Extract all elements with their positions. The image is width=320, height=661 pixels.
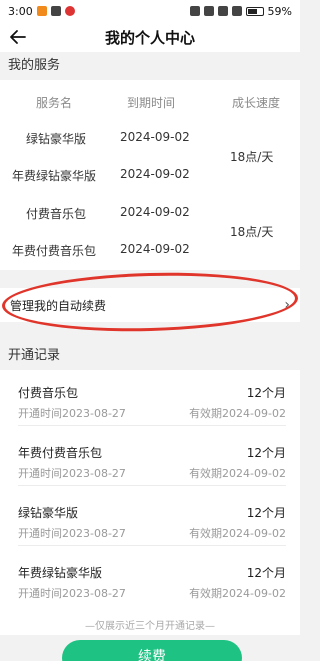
wifi-icon: [217, 6, 228, 16]
record-months: 12个月: [246, 386, 286, 400]
record-item: 年费绿钻豪华版 12个月 开通时间2023-08-27 有效期2024-09-0…: [0, 550, 300, 606]
manage-auto-renew-label: 管理我的自动续费: [10, 298, 107, 313]
battery-level: 59%: [267, 4, 292, 18]
nfc-icon: [203, 6, 214, 16]
notification-icon: [36, 6, 47, 16]
status-right: 59%: [189, 4, 292, 18]
record-months: 12个月: [246, 566, 286, 580]
record-name: 年费付费音乐包: [18, 446, 103, 460]
service-expire: 2024-09-02: [120, 167, 190, 181]
services-section-title: 我的服务: [8, 58, 61, 73]
chevron-right-icon: ›: [284, 297, 290, 313]
message-icon: [64, 6, 75, 16]
renew-button-label: 续费: [138, 649, 166, 661]
record-open-time: 开通时间2023-08-27: [18, 587, 126, 600]
eye-icon: [189, 6, 200, 16]
manage-auto-renew-row[interactable]: 管理我的自动续费 ›: [0, 288, 300, 322]
service-speed: 18点/天: [230, 150, 274, 164]
divider: [18, 545, 286, 546]
record-open-time: 开通时间2023-08-27: [18, 527, 126, 540]
column-header-expire: 到期时间: [127, 96, 176, 110]
service-speed: 18点/天: [230, 225, 274, 239]
record-valid-until: 有效期2024-09-02: [189, 527, 286, 540]
battery-icon: [245, 6, 264, 16]
service-name: 年费付费音乐包: [12, 244, 97, 258]
record-item: 付费音乐包 12个月 开通时间2023-08-27 有效期2024-09-02: [0, 370, 300, 426]
service-name: 付费音乐包: [26, 207, 87, 221]
record-name: 年费绿钻豪华版: [18, 566, 103, 580]
records-section-title: 开通记录: [8, 348, 61, 363]
status-left: 3:00: [8, 5, 75, 18]
record-valid-until: 有效期2024-09-02: [189, 587, 286, 600]
column-header-speed: 成长速度: [232, 96, 281, 110]
records-note: —仅展示近三个月开通记录—: [85, 621, 215, 632]
record-name: 付费音乐包: [18, 386, 79, 400]
signal-icon: [231, 6, 242, 16]
record-months: 12个月: [246, 506, 286, 520]
record-open-time: 开通时间2023-08-27: [18, 407, 126, 420]
page-title: 我的个人中心: [104, 28, 195, 47]
status-time: 3:00: [8, 4, 33, 18]
services-table: 服务名 到期时间 成长速度 绿钻豪华版 2024-09-02 年费绿钻豪华版 2…: [0, 80, 300, 270]
service-name: 绿钻豪华版: [26, 132, 87, 146]
service-expire: 2024-09-02: [120, 130, 190, 144]
back-button[interactable]: [6, 25, 30, 49]
status-bar: 3:00 59%: [0, 0, 300, 22]
divider: [18, 425, 286, 426]
records-list: 付费音乐包 12个月 开通时间2023-08-27 有效期2024-09-02 …: [0, 370, 300, 635]
back-arrow-icon: [10, 30, 26, 44]
record-open-time: 开通时间2023-08-27: [18, 467, 126, 480]
divider: [18, 485, 286, 486]
service-expire: 2024-09-02: [120, 242, 190, 256]
app-notification-icon: [50, 6, 61, 16]
record-valid-until: 有效期2024-09-02: [189, 467, 286, 480]
record-valid-until: 有效期2024-09-02: [189, 407, 286, 420]
record-item: 年费付费音乐包 12个月 开通时间2023-08-27 有效期2024-09-0…: [0, 430, 300, 486]
record-name: 绿钻豪华版: [18, 506, 79, 520]
record-months: 12个月: [246, 446, 286, 460]
service-name: 年费绿钻豪华版: [12, 169, 97, 183]
column-header-service: 服务名: [36, 96, 73, 110]
record-item: 绿钻豪华版 12个月 开通时间2023-08-27 有效期2024-09-02: [0, 490, 300, 546]
service-expire: 2024-09-02: [120, 205, 190, 219]
header: 我的个人中心: [0, 22, 300, 52]
renew-button[interactable]: 续费: [62, 640, 242, 661]
